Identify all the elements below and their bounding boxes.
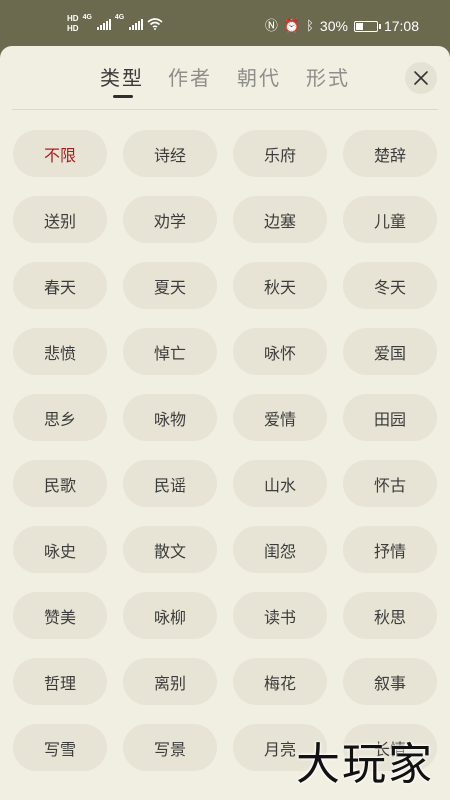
tab-author[interactable]: 作者 [168, 62, 212, 91]
category-chip[interactable]: 赞美 [13, 592, 107, 639]
category-chip[interactable]: 怀古 [343, 460, 437, 507]
category-chip[interactable]: 散文 [123, 526, 217, 573]
category-chip[interactable]: 思乡 [13, 394, 107, 441]
category-grid: 不限 诗经 乐府 楚辞送别 劝学 边塞 儿童春天 夏天 秋天 冬天悲愤 悼亡 咏怀 爱国思乡 咏物 爱情 田园… [13, 130, 437, 771]
category-chip[interactable]: 儿童 [343, 196, 437, 243]
category-chip[interactable]: 诗经 [123, 130, 217, 177]
category-chip[interactable]: 不限 [13, 130, 107, 177]
close-icon [414, 71, 428, 85]
tab-label: 形式 [306, 66, 350, 90]
network-label-2: 4G [114, 14, 125, 21]
signal-icon [129, 18, 144, 30]
signal-icon [96, 18, 111, 30]
category-chip[interactable]: 写景 [123, 724, 217, 771]
tab-type[interactable]: 类型 [100, 62, 144, 98]
category-chip[interactable]: 边塞 [233, 196, 327, 243]
category-chip[interactable]: 民谣 [123, 460, 217, 507]
category-chip[interactable]: 春天 [13, 262, 107, 309]
tab-dynasty[interactable]: 朝代 [237, 62, 281, 91]
category-chip[interactable]: 抒情 [343, 526, 437, 573]
status-bar: HD HD 4G 4G Ⓝ ⏰ ᛒ 30% 17:08 [0, 0, 450, 46]
category-chip[interactable]: 田园 [343, 394, 437, 441]
category-chip[interactable]: 爱情 [233, 394, 327, 441]
filter-tabs: 类型 作者 朝代 形式 [0, 62, 450, 102]
bluetooth-icon: ᛒ [306, 18, 314, 33]
divider [12, 109, 438, 110]
tab-form[interactable]: 形式 [306, 62, 350, 91]
clock: 17:08 [383, 18, 419, 34]
category-chip[interactable]: 送别 [13, 196, 107, 243]
category-chip[interactable]: 爱国 [343, 328, 437, 375]
category-chip[interactable]: 楚辞 [343, 130, 437, 177]
alarm-icon: ⏰ [283, 18, 301, 33]
battery-level-fill [355, 22, 363, 30]
category-sheet: 类型 作者 朝代 形式 不限 诗经 乐府 楚辞送别 劝学 边塞 儿童春天 夏天 秋天 冬天悲愤 悼亡… [0, 46, 450, 800]
close-button[interactable] [405, 62, 437, 94]
active-tab-indicator [113, 95, 133, 98]
category-chip[interactable]: 长情 [343, 724, 437, 771]
hd-label-1: HD [67, 14, 79, 23]
battery-percent: 30% [319, 18, 348, 34]
network-label-1: 4G [82, 14, 92, 21]
hd-label-2: HD [67, 24, 79, 33]
category-chip[interactable]: 悼亡 [123, 328, 217, 375]
category-chip[interactable]: 离别 [123, 658, 217, 705]
category-chip[interactable]: 哲理 [13, 658, 107, 705]
category-chip[interactable]: 民歌 [13, 460, 107, 507]
category-chip[interactable]: 月亮 [233, 724, 327, 771]
category-chip[interactable]: 闺怨 [233, 526, 327, 573]
category-chip[interactable]: 乐府 [233, 130, 327, 177]
category-chip[interactable]: 叙事 [343, 658, 437, 705]
category-chip[interactable]: 劝学 [123, 196, 217, 243]
category-chip[interactable]: 秋思 [343, 592, 437, 639]
category-chip[interactable]: 山水 [233, 460, 327, 507]
category-chip[interactable]: 咏物 [123, 394, 217, 441]
category-chip[interactable]: 咏史 [13, 526, 107, 573]
hd-indicators: HD HD [67, 14, 79, 34]
tab-label: 作者 [168, 66, 212, 90]
category-chip[interactable]: 读书 [233, 592, 327, 639]
battery-icon [353, 20, 381, 32]
category-chip[interactable]: 咏怀 [233, 328, 327, 375]
category-chip[interactable]: 梅花 [233, 658, 327, 705]
status-right-group: Ⓝ ⏰ ᛒ 30% 17:08 [265, 18, 419, 34]
category-chip[interactable]: 夏天 [123, 262, 217, 309]
tab-label: 类型 [100, 66, 144, 90]
category-chip[interactable]: 咏柳 [123, 592, 217, 639]
nfc-icon: Ⓝ [264, 18, 278, 33]
category-chip[interactable]: 悲愤 [13, 328, 107, 375]
category-chip[interactable]: 写雪 [13, 724, 107, 771]
tab-label: 朝代 [237, 66, 281, 90]
wifi-icon [147, 18, 163, 30]
category-chip[interactable]: 秋天 [233, 262, 327, 309]
category-chip[interactable]: 冬天 [343, 262, 437, 309]
status-left-group: HD HD 4G 4G [67, 14, 163, 34]
